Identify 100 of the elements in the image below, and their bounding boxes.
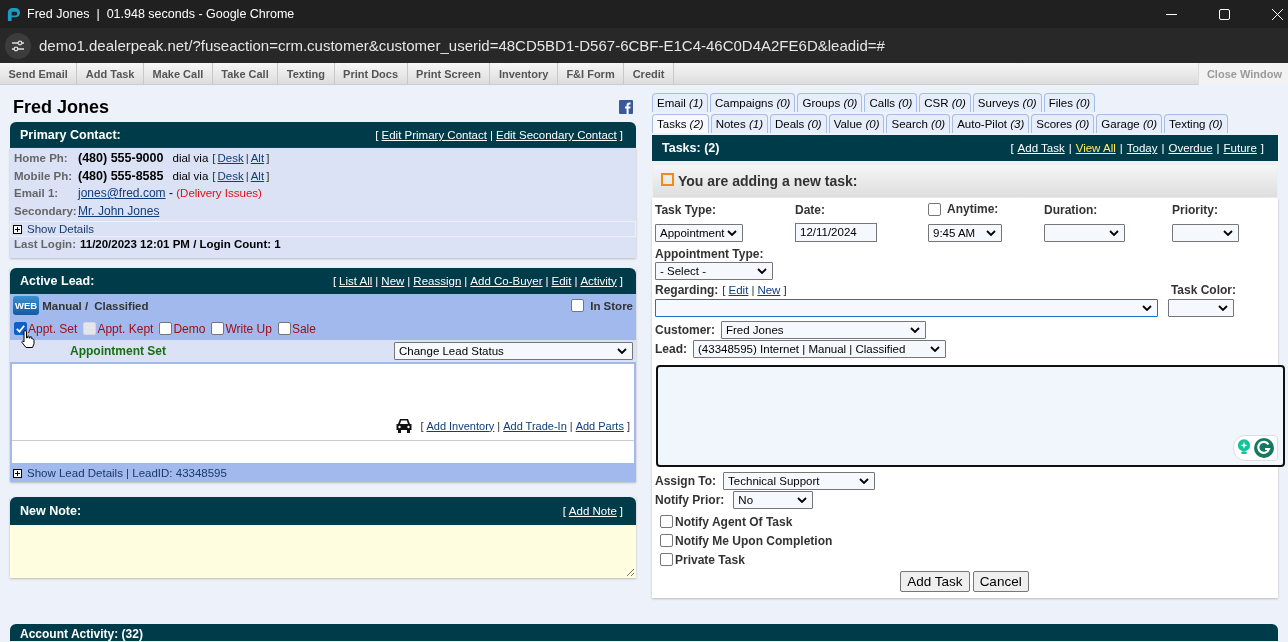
checkbox[interactable] [159,322,173,335]
tab[interactable]: Surveys (0) [972,93,1042,112]
tab[interactable]: Auto-Pilot (3) [952,114,1030,133]
checkbox-label: Write Up [225,321,272,336]
link[interactable]: Add Parts [575,419,624,432]
link[interactable]: Edit [551,274,572,287]
field-label: Private Task [675,552,745,567]
toolbar-button[interactable]: Make Call [144,63,213,85]
link[interactable]: Add Trade-In [503,419,567,432]
toolbar-button[interactable]: F&I Form [557,63,625,85]
bracket: ] [619,504,623,517]
lead-status: Appointment Set [70,343,166,358]
toolbar-button[interactable]: Print Docs [334,63,408,85]
link[interactable]: Future [1223,142,1257,154]
tab[interactable]: Email (1) [652,93,708,112]
link[interactable]: Add Note [568,504,617,517]
tab[interactable]: Groups (0) [797,93,863,112]
toolbar-button[interactable]: Inventory [490,63,558,85]
dropdown[interactable] [1172,223,1239,242]
link-separator: | [751,284,755,296]
toolbar-button[interactable]: Take Call [212,63,279,85]
checkbox[interactable] [660,553,673,566]
link[interactable]: Alt [250,152,265,164]
link[interactable]: View All [1075,142,1116,154]
dropdown[interactable] [655,299,1158,317]
date-field[interactable]: 12/11/2024 [795,223,877,242]
link[interactable]: Add Task [1017,142,1065,154]
link[interactable]: Alt [250,169,265,182]
link-separator: | [569,419,573,432]
link[interactable]: Overdue [1168,142,1213,154]
link[interactable]: Desk [217,152,244,164]
bracket: [ [1010,142,1014,154]
form-button[interactable]: Add Task [900,571,970,592]
show-details-link[interactable]: Show Details [27,223,95,235]
link[interactable]: New [381,274,405,287]
checkbox[interactable] [660,515,673,528]
expand-icon[interactable] [13,468,22,478]
tab[interactable]: Search (0) [886,114,951,133]
toolbar-button[interactable]: Credit [624,63,674,85]
tab[interactable]: Campaigns (0) [710,93,796,112]
checkbox[interactable] [277,322,291,335]
link[interactable]: New [757,284,781,296]
toolbar-button[interactable]: Send Email [0,63,78,85]
task-notes-field[interactable] [656,365,1285,467]
dropdown[interactable]: - Select - [655,262,773,280]
checkbox-label: Appt. Set [28,321,78,336]
dropdown[interactable]: 9:45 AM [928,223,1002,242]
link[interactable]: Mr. John Jones [78,203,160,218]
link[interactable]: Activity [580,274,617,287]
link[interactable]: Edit [728,284,749,296]
checkbox[interactable] [211,322,225,335]
maximize-icon[interactable] [1219,8,1230,20]
dropdown[interactable] [1044,223,1125,242]
link[interactable]: Add Inventory [426,419,495,432]
facebook-icon[interactable] [619,100,633,114]
grammar-checker-icon[interactable] [1254,438,1274,458]
tab[interactable]: Garage (0) [1096,114,1162,133]
dropdown[interactable]: Fred Jones [721,321,926,339]
dropdown[interactable]: No [733,491,814,509]
dropdown[interactable]: (43348595) Internet | Manual | Classified [693,340,946,358]
panel-title: Tasks: (2) [662,141,720,155]
link[interactable]: jones@fred.com [78,186,166,200]
toolbar-button[interactable]: Add Task [77,63,144,85]
link[interactable]: Edit Primary Contact [381,129,487,141]
caret-icon [727,229,737,236]
lead-source-badge: WEB [13,296,40,315]
link[interactable]: Desk [217,169,244,182]
link[interactable]: Add Co-Buyer [470,274,543,287]
site-settings-icon[interactable] [11,38,25,53]
dropdown[interactable]: Change Lead Status [394,341,633,360]
form-button[interactable]: Cancel [972,571,1029,592]
dropdown[interactable] [1168,299,1234,317]
link[interactable]: Reassign [413,274,462,287]
tab[interactable]: Texting (0) [1164,114,1228,133]
tab[interactable]: Deals (0) [769,114,827,133]
tab[interactable]: Notes (1) [710,114,768,133]
dropdown[interactable]: Appointment [655,223,743,242]
toolbar-button[interactable]: Texting [278,63,335,85]
link[interactable]: Today [1126,142,1158,154]
tab[interactable]: Tasks (2) [652,114,709,133]
dropdown[interactable]: Technical Support [723,472,876,490]
field-label: Appointment Type: [655,247,764,261]
toolbar-button[interactable]: Print Screen [407,63,491,85]
checkbox[interactable] [928,202,941,216]
tab[interactable]: Calls (0) [864,93,918,112]
caret-icon [757,268,767,274]
tab[interactable]: Value (0) [828,114,885,133]
tab[interactable]: Scores (0) [1031,114,1095,133]
checkbox[interactable] [571,299,585,312]
tab[interactable]: CSR (0) [919,93,971,112]
close-icon[interactable] [1272,8,1283,20]
expand-icon[interactable] [13,224,22,234]
delivery-issue-warning: (Delivery Issues) [176,187,262,199]
link[interactable]: List All [339,274,373,287]
field-label: Regarding: [655,283,719,297]
checkbox[interactable] [660,534,673,547]
tab[interactable]: Files (0) [1043,93,1096,112]
bracket: ] [626,419,630,432]
link[interactable]: Edit Secondary Contact [495,129,617,141]
resize-handle-icon[interactable] [626,567,634,576]
